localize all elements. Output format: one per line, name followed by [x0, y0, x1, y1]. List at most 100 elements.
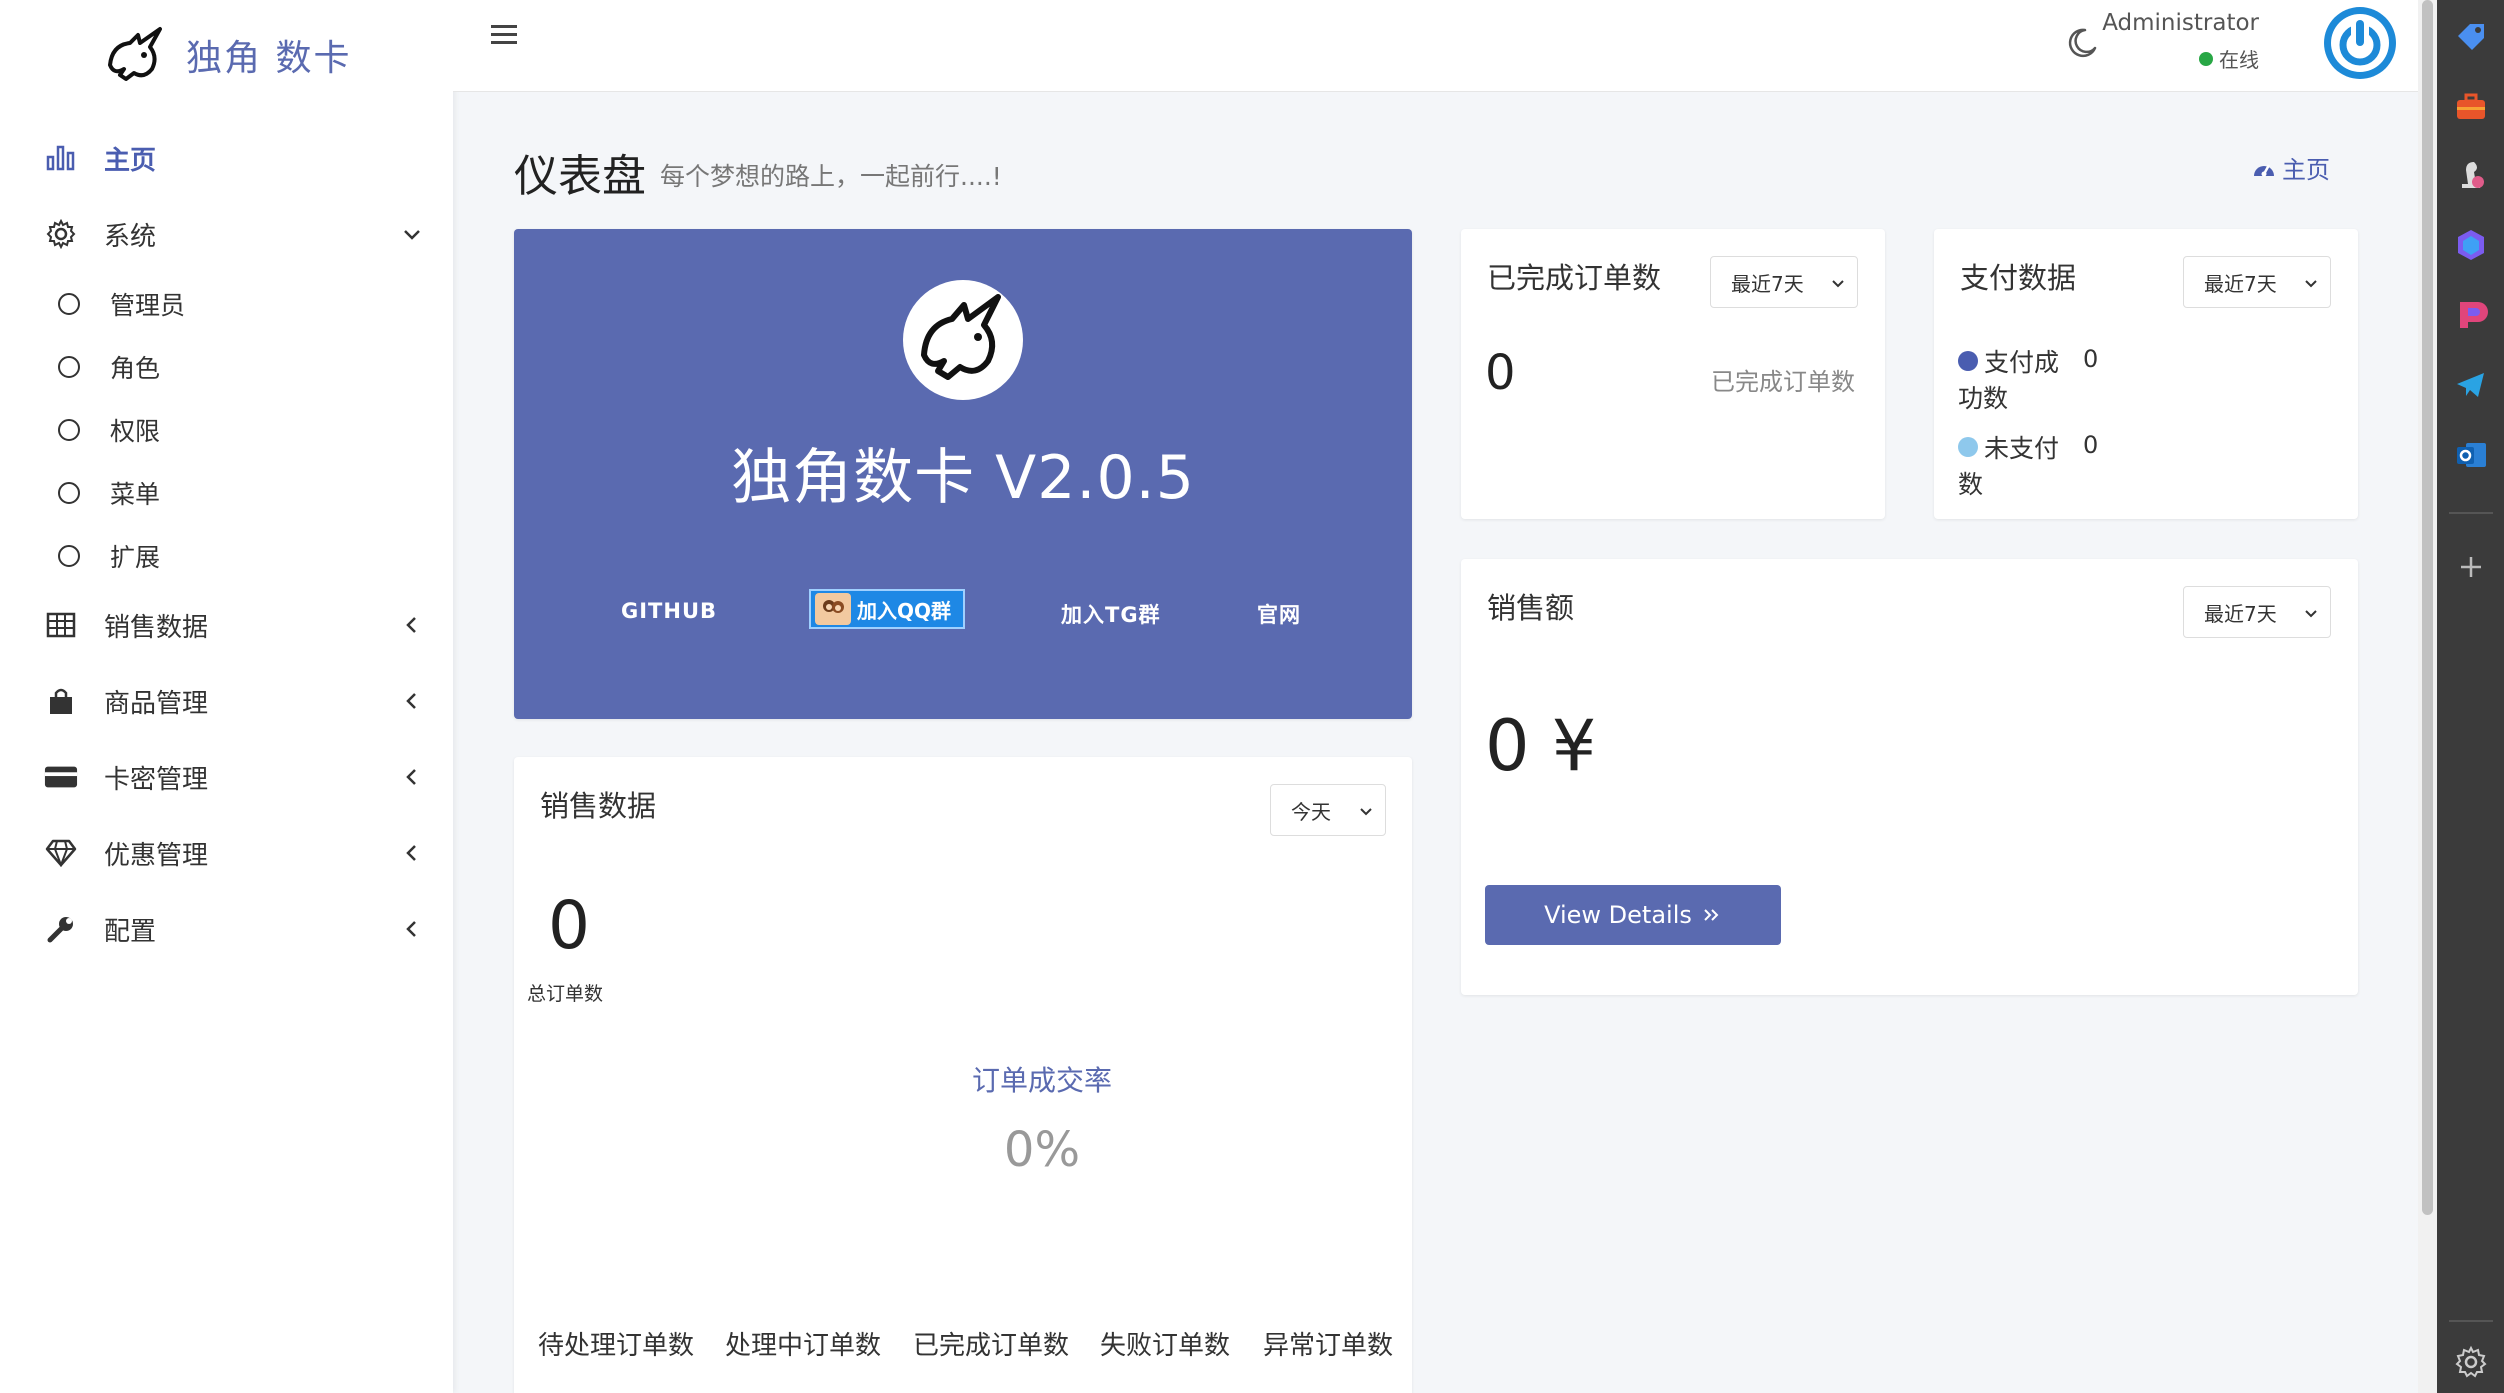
sidebar-subitem-admin[interactable]: 管理员 — [0, 272, 453, 335]
settings-gear-icon[interactable] — [2454, 1345, 2488, 1379]
sidebar-item-home[interactable]: 主页 — [0, 120, 453, 196]
toolbox-icon[interactable] — [2454, 90, 2488, 124]
sales-amount-value: 0 ¥ — [1485, 705, 1597, 787]
sidebar-item-label: 系统 — [104, 221, 157, 252]
scrollbar-thumb[interactable] — [2422, 0, 2433, 1215]
browser-extension-bar — [2437, 0, 2504, 1393]
breadcrumb-home[interactable]: 主页 — [2282, 150, 2330, 185]
total-orders-label: 总订单数 — [527, 983, 604, 1005]
sidebar-item-label: 配置 — [104, 916, 157, 947]
legend-label: 数 — [1958, 470, 1984, 499]
join-qq-group-button[interactable]: 加入QQ群 — [809, 589, 965, 629]
sales-range-select[interactable]: 最近7天 — [2183, 586, 2331, 638]
chess-icon[interactable] — [2454, 158, 2488, 192]
sidebar-subitem-label: 扩展 — [110, 542, 161, 572]
completed-orders-card: 已完成订单数 最近7天 0 已完成订单数 — [1461, 229, 1885, 519]
dark-mode-moon-icon[interactable] — [2065, 26, 2099, 60]
tag-icon[interactable] — [2454, 20, 2488, 54]
table-icon — [44, 608, 78, 642]
legend-unpaid-wrap: 数 — [1958, 465, 1983, 501]
chevron-left-icon — [406, 769, 416, 785]
chevron-down-icon — [1360, 808, 1372, 816]
chevron-left-icon — [406, 617, 416, 633]
join-qq-group-label: 加入QQ群 — [857, 598, 952, 623]
qq-avatar-icon — [815, 593, 851, 625]
hamburger-menu-icon[interactable] — [489, 22, 519, 48]
sidebar-item-system[interactable]: 系统 — [0, 196, 453, 272]
sidebar-item-sales-data[interactable]: 销售数据 — [0, 587, 453, 663]
completed-orders-stat-label: 已完成订单数 — [913, 1331, 1070, 1361]
telegram-icon[interactable] — [2454, 368, 2488, 402]
shopping-bag-icon — [44, 684, 78, 718]
sidebar-item-coupons[interactable]: 优惠管理 — [0, 815, 453, 891]
hero-title: 独角数卡 V2.0.5 — [731, 443, 1195, 513]
sidebar-subitem-extension[interactable]: 扩展 — [0, 524, 453, 587]
color-app-icon[interactable] — [2454, 298, 2488, 332]
legend-label: 支付成 — [1984, 348, 2060, 377]
add-icon[interactable] — [2454, 550, 2488, 584]
legend-unpaid[interactable]: 未支付 — [1958, 429, 2059, 465]
extension-separator — [2449, 512, 2493, 514]
brand[interactable]: 独角 数卡 — [100, 20, 351, 90]
legend-label: 未支付 — [1984, 434, 2060, 463]
hexagon-app-icon[interactable] — [2454, 228, 2488, 262]
orders-range-value: 最近7天 — [1731, 271, 1804, 296]
user-name[interactable]: Administrator — [2102, 10, 2259, 36]
sidebar-item-label: 销售数据 — [104, 612, 209, 643]
page-title: 仪表盘 — [514, 151, 646, 202]
hero-card: 独角数卡 V2.0.5 GITHUB 加入QQ群 加入TG群 官网 — [514, 229, 1412, 719]
card-title: 销售数据 — [540, 789, 657, 823]
legend-label: 功数 — [1958, 384, 2009, 413]
chevron-down-icon — [404, 230, 420, 240]
github-link[interactable]: GITHUB — [621, 599, 717, 623]
chevron-left-icon — [406, 921, 416, 937]
paid-success-value: 0 — [2083, 345, 2099, 373]
join-tg-group-link[interactable]: 加入TG群 — [1061, 599, 1161, 629]
card-title: 销售额 — [1487, 591, 1575, 625]
orders-range-select[interactable]: 最近7天 — [1710, 256, 1858, 308]
card-title: 支付数据 — [1960, 261, 2077, 295]
legend-dot — [1958, 351, 1978, 371]
sidebar-subitem-label: 菜单 — [110, 479, 161, 509]
page-subtitle: 每个梦想的路上，一起前行....! — [660, 162, 1002, 191]
gear-icon — [44, 217, 78, 251]
user-avatar[interactable] — [2323, 6, 2397, 80]
card-title: 已完成订单数 — [1487, 261, 1662, 295]
chevron-down-icon — [2305, 280, 2317, 288]
dashboard-gauge-icon — [2254, 163, 2274, 176]
chevron-down-icon — [2305, 610, 2317, 618]
user-status-label: 在线 — [2219, 48, 2259, 72]
payment-range-select[interactable]: 最近7天 — [2183, 256, 2331, 308]
sidebar-subitem-role[interactable]: 角色 — [0, 335, 453, 398]
sidebar-item-label: 优惠管理 — [104, 840, 209, 871]
conversion-rate-value: 0% — [1003, 1122, 1081, 1178]
sidebar-subitem-label: 权限 — [110, 416, 161, 446]
sidebar-subitem-permission[interactable]: 权限 — [0, 398, 453, 461]
abnormal-orders-label: 异常订单数 — [1263, 1331, 1394, 1361]
user-status: 在线 — [2199, 44, 2259, 73]
pending-orders-label: 待处理订单数 — [538, 1331, 695, 1361]
sidebar-subitem-menu[interactable]: 菜单 — [0, 461, 453, 524]
sidebar: 独角 数卡 主页 系统 管理员 角色 权限 菜单 扩展 销售数据 商品管理 卡密… — [0, 0, 453, 1393]
sales-amount-card: 销售额 最近7天 0 ¥ View Details — [1461, 559, 2358, 995]
sidebar-item-label: 商品管理 — [104, 688, 209, 719]
chevron-left-icon — [406, 693, 416, 709]
sidebar-item-label: 主页 — [104, 145, 157, 176]
view-details-button[interactable]: View Details — [1485, 885, 1781, 945]
unicorn-logo-icon — [903, 280, 1023, 400]
conversion-rate-label: 订单成交率 — [971, 1064, 1112, 1097]
total-orders-value: 0 — [548, 887, 590, 964]
sidebar-item-products[interactable]: 商品管理 — [0, 663, 453, 739]
chevron-left-icon — [406, 845, 416, 861]
breadcrumb[interactable]: 主页 — [2252, 150, 2330, 185]
sidebar-item-config[interactable]: 配置 — [0, 891, 453, 967]
sidebar-item-cards[interactable]: 卡密管理 — [0, 739, 453, 815]
outlook-icon[interactable] — [2454, 438, 2488, 472]
sidebar-subitem-label: 角色 — [110, 353, 161, 383]
legend-paid-success[interactable]: 支付成 — [1958, 343, 2059, 379]
view-details-label: View Details — [1544, 901, 1692, 929]
official-site-link[interactable]: 官网 — [1257, 599, 1301, 629]
sales-data-range-select[interactable]: 今天 — [1270, 784, 1386, 836]
sales-range-value: 最近7天 — [2204, 601, 2277, 626]
legend-dot — [1958, 437, 1978, 457]
